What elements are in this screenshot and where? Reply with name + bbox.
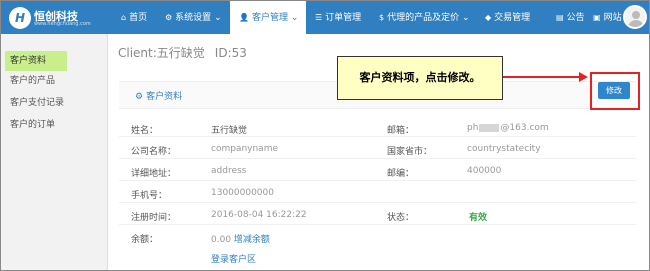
gear-icon: ⚙: [135, 92, 144, 102]
adjust-balance-link[interactable]: 增减余额: [234, 235, 270, 245]
address-value: address: [211, 166, 247, 176]
avatar[interactable]: [623, 5, 647, 29]
balance-value: 0.00 增减余额: [211, 232, 270, 245]
nav-label: 客户管理: [251, 13, 288, 23]
home-icon: ⌂: [121, 13, 127, 22]
sidebar-item-customer-orders[interactable]: 客户的订单: [1, 114, 107, 136]
sidebar-item-customer-info[interactable]: 客户资料: [5, 51, 67, 71]
chevron-down-icon: ⌄: [461, 13, 470, 23]
country-value: countrystatecity: [467, 144, 541, 154]
company-label: 公司名称：: [131, 147, 177, 157]
panel-title: ⚙ 客户资料: [135, 89, 182, 102]
balance-label: 余额：: [131, 235, 159, 245]
email-redacted: [479, 123, 500, 132]
logo-icon: H: [9, 7, 31, 29]
email-value: ph @163.com: [467, 123, 549, 133]
web-icon: ▣: [593, 13, 601, 22]
email-prefix: ph: [467, 123, 479, 133]
logo-subtext: www.hengchuang.com: [34, 21, 91, 27]
nav-home[interactable]: ⌂ 首页: [121, 1, 147, 34]
phone-value: 13000000000: [211, 188, 274, 198]
status-label: 状态：: [387, 213, 415, 223]
nav-announcements[interactable]: ▤ 公告: [556, 1, 585, 34]
gear-icon: ⚙: [165, 13, 173, 22]
list-icon: ☰: [315, 13, 323, 22]
avatar-body: [628, 20, 644, 27]
sidebar: 客户资料 客户的产品 客户支付记录 客户的订单: [1, 34, 108, 270]
postcode-label: 邮编：: [387, 169, 415, 179]
nav-customer-management[interactable]: 👤 客户管理 ⌄: [230, 1, 306, 34]
name-label: 姓名：: [131, 126, 159, 136]
chevron-down-icon: ⌄: [290, 13, 299, 23]
top-navbar: H 恒创科技 www.hengchuang.com ⌂ 首页 ⚙ 系统设置 ⌄ 👤 客…: [1, 1, 649, 34]
balance-amount: 0.00: [211, 235, 232, 245]
page-title: Client:五行缺觉 ID:53: [118, 44, 247, 61]
nav-label: 系统设置: [175, 13, 212, 23]
company-value: companyname: [211, 144, 279, 154]
nav-label: 交易管理: [494, 13, 531, 23]
client-name: Client:五行缺觉: [118, 46, 205, 60]
name-value: 五行缺觉: [211, 126, 248, 136]
sidebar-item-customer-products[interactable]: 客户的产品: [1, 70, 107, 92]
divider: [119, 158, 636, 159]
country-label: 国家省市：: [387, 147, 433, 157]
divider: [119, 180, 636, 181]
postcode-value: 400000: [467, 166, 502, 176]
nav-transactions[interactable]: ◆ 交易管理: [485, 1, 530, 34]
email-label: 邮箱：: [387, 126, 415, 136]
annotation-callout: 客户资料项，点击修改。: [337, 56, 503, 100]
divider: [119, 202, 636, 203]
client-id: ID:53: [214, 46, 247, 60]
avatar-head: [632, 11, 640, 19]
edit-button[interactable]: 修改: [598, 82, 630, 99]
app-window: H 恒创科技 www.hengchuang.com ⌂ 首页 ⚙ 系统设置 ⌄ 👤 客…: [0, 0, 650, 271]
regtime-label: 注册时间：: [131, 213, 177, 223]
sidebar-item-payment-records[interactable]: 客户支付记录: [1, 92, 107, 114]
tag-icon: ◆: [485, 13, 492, 22]
arrow-head-icon: [579, 72, 588, 82]
panel-title-text: 客户资料: [146, 92, 183, 102]
divider: [119, 136, 636, 137]
regtime-value: 2016-08-04 16:22:22: [211, 210, 307, 220]
user-icon: 👤: [239, 13, 249, 22]
nav-order-management[interactable]: ☰ 订单管理: [315, 1, 361, 34]
logo[interactable]: H 恒创科技 www.hengchuang.com: [9, 7, 109, 29]
notice-icon: ▤: [556, 13, 564, 22]
nav-label: 订单管理: [325, 13, 362, 23]
nav-website[interactable]: ▣ 网站: [593, 1, 622, 34]
status-badge: 有效: [469, 213, 488, 223]
email-suffix: @163.com: [500, 123, 549, 133]
nav-agent-products[interactable]: $ 代理的产品及定价 ⌄: [379, 1, 470, 34]
annotation-arrow: [503, 76, 583, 78]
chevron-down-icon: ⌄: [214, 13, 222, 23]
dollar-icon: $: [379, 13, 385, 22]
address-label: 详细地址：: [131, 169, 177, 179]
divider: [119, 224, 636, 225]
phone-label: 手机号：: [131, 191, 168, 201]
nav-label: 代理的产品及定价: [387, 13, 460, 23]
login-client-area-link[interactable]: 登录客户区: [211, 252, 256, 265]
nav-label: 网站: [603, 13, 622, 23]
nav-system-settings[interactable]: ⚙ 系统设置 ⌄: [165, 1, 222, 34]
nav-label: 首页: [129, 13, 148, 23]
nav-label: 公告: [566, 13, 585, 23]
